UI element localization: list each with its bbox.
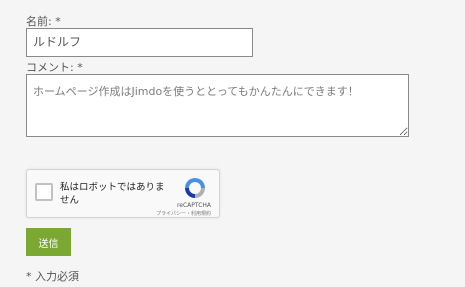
recaptcha-checkbox[interactable] [35,183,53,201]
recaptcha-logo-icon [185,178,205,198]
recaptcha-label: 私はロボットではありません [60,182,165,206]
name-input[interactable]: ルドルフ [26,28,253,57]
required-note: * 入力必須 [26,270,79,283]
submit-button[interactable]: 送信 [26,228,71,256]
comment-label: コメント: * [26,61,83,74]
recaptcha-privacy-terms-link[interactable]: プライバシー・利用規約 [156,210,211,217]
name-label: 名前: * [26,15,61,28]
recaptcha-brand: reCAPTCHA [176,202,211,209]
recaptcha-widget: 私はロボットではありません reCAPTCHA プライバシー・利用規約 [26,169,220,218]
comment-textarea[interactable] [26,74,409,137]
